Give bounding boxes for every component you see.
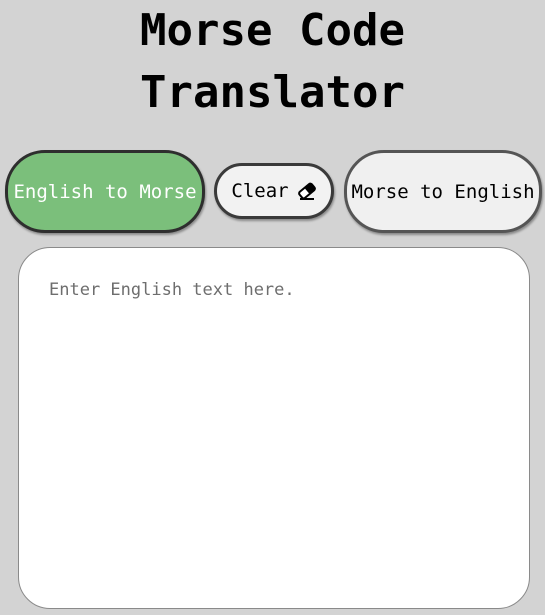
text-input-container	[18, 247, 530, 609]
english-to-morse-button[interactable]: English to Morse	[5, 150, 205, 233]
english-to-morse-label: English to Morse	[13, 180, 197, 203]
text-input[interactable]	[19, 248, 529, 608]
eraser-icon	[297, 181, 317, 201]
clear-button[interactable]: Clear	[214, 163, 334, 219]
morse-to-english-label: Morse to English	[351, 180, 535, 203]
morse-to-english-button[interactable]: Morse to English	[344, 150, 542, 233]
clear-label: Clear	[231, 180, 289, 202]
page-title: Morse Code Translator	[140, 5, 405, 118]
